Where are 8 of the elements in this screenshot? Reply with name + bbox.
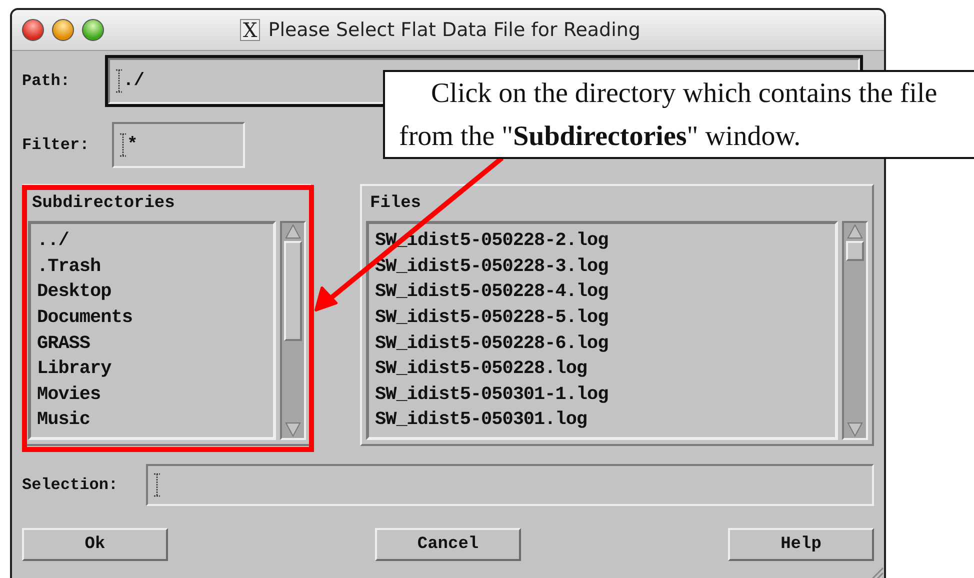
window-icon: X (240, 19, 260, 41)
field-label: Selection: (22, 476, 120, 494)
field-label: Path: (22, 72, 72, 90)
window-title: Please Select Flat Data File for Reading (268, 19, 640, 41)
field-label: Filter: (22, 136, 90, 154)
callout-text: Click on the directory which contains the file from the "Subdirectories" window. (383, 70, 974, 159)
panel-title: Files (369, 194, 422, 215)
panel-title: Subdirectories (31, 194, 176, 215)
